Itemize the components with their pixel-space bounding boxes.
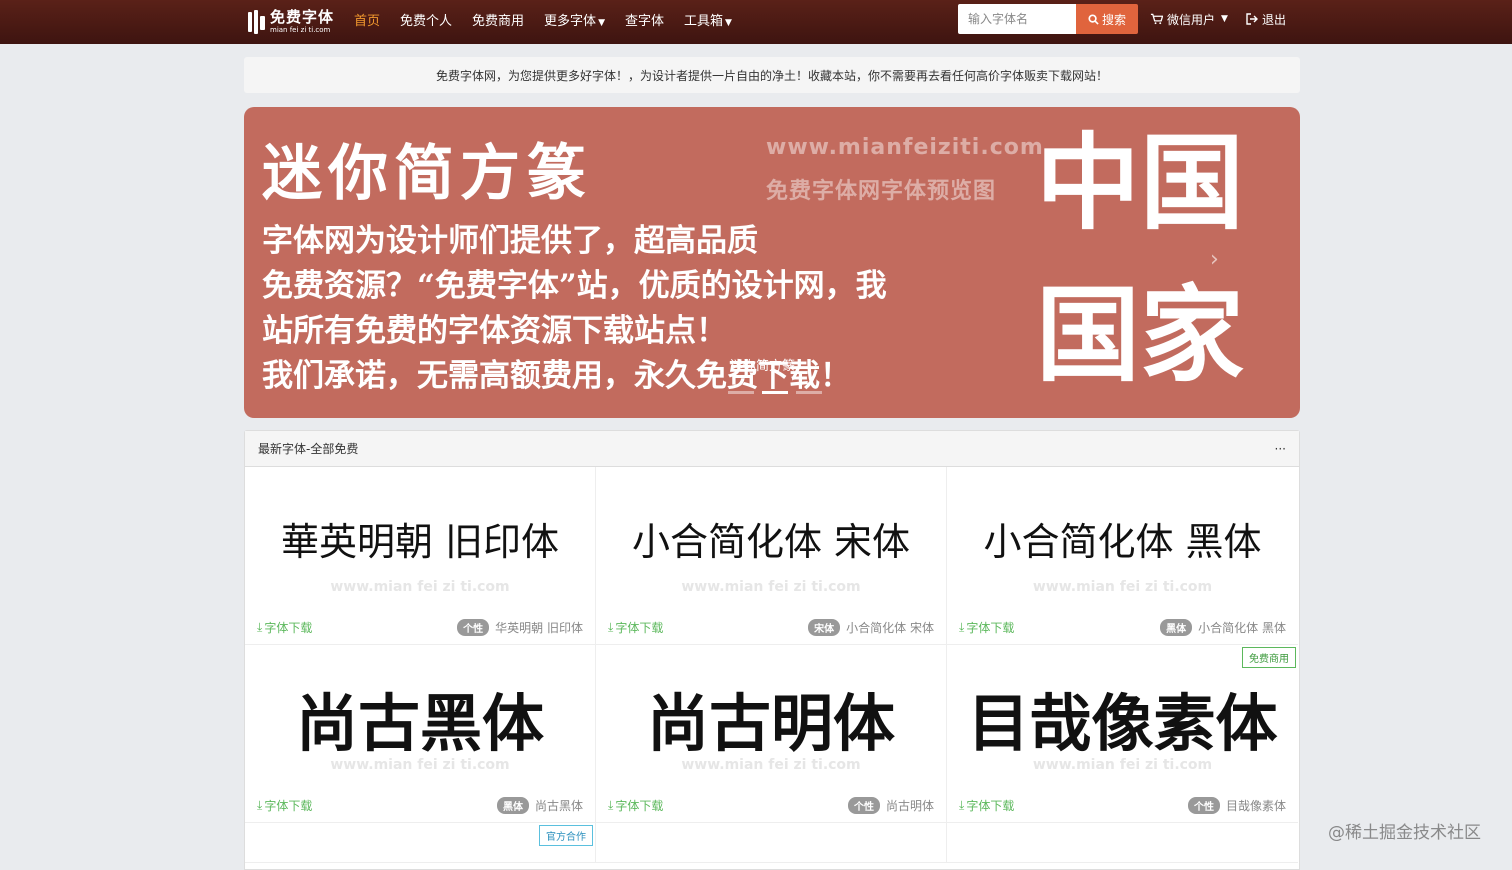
font-name[interactable]: 目哉像素体 xyxy=(1226,797,1286,814)
font-card[interactable]: 免费商用 目哉像素体 www.mian fei zi ti.com ⤓ 字体下载 … xyxy=(947,645,1298,823)
free-commercial-tag: 免费商用 xyxy=(1242,647,1296,668)
panel-header: 最新字体-全部免费 ··· xyxy=(245,431,1299,467)
logout-link[interactable]: 退出 xyxy=(1246,11,1286,28)
category-badge: 黑体 xyxy=(1160,619,1193,636)
preview-watermark: www.mian fei zi ti.com xyxy=(330,757,510,773)
logout-icon xyxy=(1246,13,1258,25)
latest-fonts-panel: 最新字体-全部免费 ··· 華英明朝 旧印体 www.mian fei zi t… xyxy=(244,430,1300,870)
caret-down-icon: ▼ xyxy=(1221,14,1228,24)
font-card[interactable]: 尚古明体 www.mian fei zi ti.com ⤓ 字体下载 个性 尚古明体 xyxy=(596,645,947,823)
nav-more-fonts[interactable]: 更多字体 ▼ xyxy=(534,10,615,29)
banner-big-text-top: 中国 xyxy=(1036,121,1245,244)
font-card[interactable]: 小合简化体 黑体 www.mian fei zi ti.com ⤓ 字体下载 黑体… xyxy=(947,467,1298,645)
preview-watermark: www.mian fei zi ti.com xyxy=(1032,757,1213,773)
font-preview[interactable]: 目哉像素体 xyxy=(947,693,1298,755)
nav-home[interactable]: 首页 xyxy=(344,10,390,29)
main-nav: 首页 免费个人 免费商用 更多字体 ▼ 查字体 工具箱 ▼ xyxy=(344,0,742,38)
font-card[interactable] xyxy=(596,823,947,863)
official-partner-tag: 官方合作 xyxy=(539,825,593,846)
notice-bar: 免费字体网，为您提供更多好字体！，为设计者提供一片自由的净土！收藏本站，你不需要… xyxy=(244,57,1300,93)
carousel-next-icon[interactable]: › xyxy=(1210,247,1219,272)
font-name[interactable]: 尚古黑体 xyxy=(535,797,583,814)
user-name: 微信用户 xyxy=(1167,12,1216,27)
cart-icon xyxy=(1150,13,1163,25)
preview-watermark: www.mian fei zi ti.com xyxy=(1032,579,1213,595)
panel-title: 最新字体-全部免费 xyxy=(258,442,359,456)
banner-caption: 迷你简方篆 xyxy=(730,359,796,374)
download-icon: ⤓ xyxy=(959,620,965,634)
preview-watermark: www.mian fei zi ti.com xyxy=(681,757,861,773)
user-area: 微信用户 ▼ 退出 xyxy=(1150,0,1286,38)
category-badge: 宋体 xyxy=(808,619,841,636)
caret-down-icon: ▼ xyxy=(598,17,605,28)
caret-down-icon: ▼ xyxy=(725,17,732,28)
brand-subtitle: mian fei zi ti.com xyxy=(270,26,331,34)
nav-toolbox[interactable]: 工具箱 ▼ xyxy=(674,10,742,29)
user-menu[interactable]: 微信用户 ▼ xyxy=(1150,11,1228,28)
category-badge: 个性 xyxy=(1187,797,1220,814)
font-card[interactable]: 華英明朝 旧印体 www.mian fei zi ti.com ⤓ 字体下载 个性… xyxy=(245,467,596,645)
download-link[interactable]: ⤓ 字体下载 xyxy=(959,619,1014,636)
font-preview[interactable]: 尚古黑体 xyxy=(245,693,595,755)
site-logo[interactable]: 免费字体 mian fei zi ti.com xyxy=(246,6,334,38)
font-grid: 華英明朝 旧印体 www.mian fei zi ti.com ⤓ 字体下载 个性… xyxy=(245,467,1299,863)
more-icon[interactable]: ··· xyxy=(1275,442,1286,456)
font-card[interactable]: 小合简化体 宋体 www.mian fei zi ti.com ⤓ 字体下载 宋体… xyxy=(596,467,947,645)
banner-watermark-url: www.mianfeiziti.com xyxy=(766,135,1044,160)
nav-find-font[interactable]: 查字体 xyxy=(615,10,674,29)
download-link[interactable]: ⤓ 字体下载 xyxy=(959,797,1014,814)
banner-watermark-sub: 免费字体网字体预览图 xyxy=(766,179,997,204)
carousel-dot-active[interactable] xyxy=(762,391,788,394)
banner-big-text-bottom: 国家 xyxy=(1036,273,1245,396)
font-name[interactable]: 尚古明体 xyxy=(886,797,934,814)
download-link[interactable]: ⤓ 字体下载 xyxy=(608,619,663,636)
category-badge: 个性 xyxy=(847,797,880,814)
font-name[interactable]: 小合简化体 宋体 xyxy=(846,619,934,636)
download-icon: ⤓ xyxy=(257,798,263,812)
carousel-dot[interactable] xyxy=(796,391,822,394)
search-icon xyxy=(1088,13,1099,25)
search-input[interactable] xyxy=(958,4,1076,34)
preview-watermark: www.mian fei zi ti.com xyxy=(330,579,510,595)
source-watermark: @稀土掘金技术社区 xyxy=(1328,823,1481,843)
download-link[interactable]: ⤓ 字体下载 xyxy=(257,797,312,814)
download-icon: ⤓ xyxy=(959,798,965,812)
download-link[interactable]: ⤓ 字体下载 xyxy=(257,619,312,636)
carousel-dot[interactable] xyxy=(728,391,754,394)
font-preview[interactable]: 尚古明体 xyxy=(596,693,946,755)
category-badge: 黑体 xyxy=(496,797,529,814)
carousel-indicators xyxy=(728,391,822,394)
font-preview[interactable]: 華英明朝 旧印体 xyxy=(245,523,595,561)
notice-text: 免费字体网，为您提供更多好字体！，为设计者提供一片自由的净土！收藏本站，你不需要… xyxy=(435,68,1108,83)
category-badge: 个性 xyxy=(457,619,490,636)
font-card[interactable]: 尚古黑体 www.mian fei zi ti.com ⤓ 字体下载 黑体 尚古黑体 xyxy=(245,645,596,823)
download-icon: ⤓ xyxy=(608,620,614,634)
font-card[interactable]: 官方合作 xyxy=(245,823,596,863)
nav-free-commercial[interactable]: 免费商用 xyxy=(462,10,534,29)
download-link[interactable]: ⤓ 字体下载 xyxy=(608,797,663,814)
nav-free-personal[interactable]: 免费个人 xyxy=(390,10,462,29)
brand-title: 免费字体 xyxy=(270,8,335,26)
banner-carousel[interactable]: 迷你简方篆 字体网为设计师们提供了，超高品质 免费资源？“免费字体”站，优质的设… xyxy=(244,107,1300,418)
font-preview[interactable]: 小合简化体 宋体 xyxy=(596,523,946,561)
download-icon: ⤓ xyxy=(608,798,614,812)
font-card[interactable] xyxy=(947,823,1298,863)
font-preview[interactable]: 小合简化体 黑体 xyxy=(947,523,1298,561)
search-button[interactable]: 搜索 xyxy=(1076,4,1138,34)
download-icon: ⤓ xyxy=(257,620,263,634)
logo-icon xyxy=(246,10,266,34)
banner-title: 迷你简方篆 xyxy=(262,139,592,209)
top-navbar: 免费字体 mian fei zi ti.com 首页 免费个人 免费商用 更多字… xyxy=(0,0,1512,44)
font-name[interactable]: 小合简化体 黑体 xyxy=(1198,619,1286,636)
font-name[interactable]: 华英明朝 旧印体 xyxy=(495,619,583,636)
preview-watermark: www.mian fei zi ti.com xyxy=(681,579,861,595)
